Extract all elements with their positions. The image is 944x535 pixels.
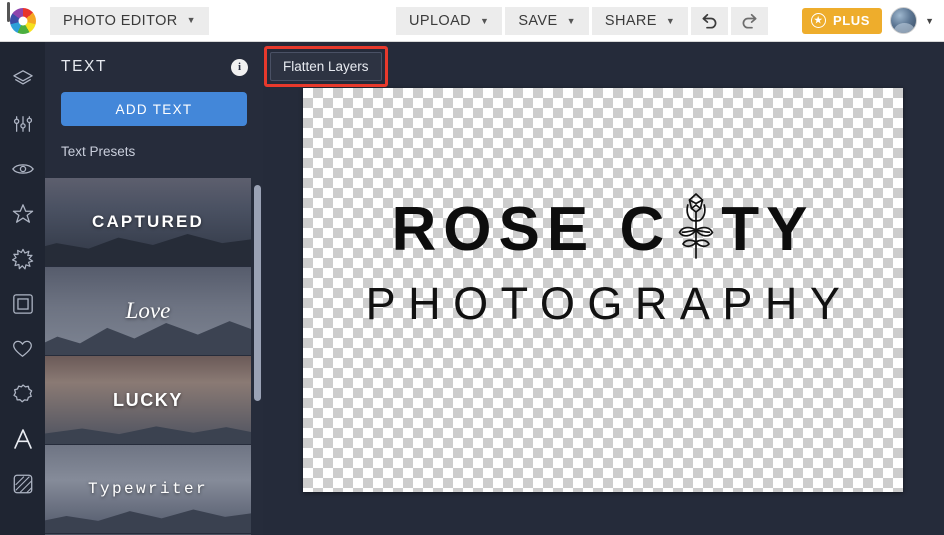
list-item[interactable]: Typewriter <box>45 445 251 533</box>
sidebar-item-overlays[interactable] <box>0 191 45 236</box>
chevron-down-icon[interactable]: ▼ <box>925 16 934 26</box>
plus-label: PLUS <box>833 13 870 28</box>
frame-icon <box>12 293 34 315</box>
text-presets-list[interactable]: CAPTURED Love LUCKY Typewriter <box>45 178 263 535</box>
app-title: PHOTO EDITOR <box>63 13 178 29</box>
text-presets-label: Text Presets <box>45 126 263 159</box>
app-logo[interactable] <box>0 8 46 34</box>
artwork-line-2: PHOTOGRAPHY <box>354 278 853 330</box>
artwork-line-1: ROSE C <box>392 192 815 268</box>
save-label: SAVE <box>518 13 557 29</box>
artwork-line1-right: TY <box>721 201 814 260</box>
sidebar-item-text[interactable] <box>0 416 45 461</box>
upload-label: UPLOAD <box>409 13 471 29</box>
image-canvas[interactable]: ROSE C <box>303 88 903 492</box>
panel-scrollbar[interactable] <box>254 182 261 535</box>
eye-effects-icon <box>11 160 35 178</box>
sparkle-retouch-icon <box>12 248 34 270</box>
preset-label: Typewriter <box>88 480 208 498</box>
layers-icon <box>12 69 34 89</box>
artwork-text-layer[interactable]: ROSE C <box>303 192 903 330</box>
heart-stickers-icon <box>11 338 34 359</box>
avatar[interactable] <box>890 7 917 34</box>
chevron-down-icon: ▼ <box>187 16 196 25</box>
sidebar-item-frames[interactable] <box>0 281 45 326</box>
sidebar-item-texture[interactable] <box>0 461 45 506</box>
redo-button[interactable] <box>731 7 769 35</box>
star-overlays-icon <box>12 203 34 224</box>
save-button[interactable]: SAVE ▼ <box>505 7 590 35</box>
toolbar-right-group: ★ PLUS ▼ <box>802 7 934 34</box>
preset-label: CAPTURED <box>92 212 204 232</box>
flatten-layers-button[interactable]: Flatten Layers <box>270 52 382 81</box>
adjust-sliders-icon <box>12 114 34 134</box>
top-toolbar: PHOTO EDITOR ▼ UPLOAD ▼ SAVE ▼ SHARE ▼ <box>0 0 944 42</box>
sidebar-item-layers[interactable] <box>0 56 45 101</box>
undo-arrow-icon <box>700 13 719 30</box>
list-item[interactable]: Love <box>45 267 251 355</box>
medal-star-icon: ★ <box>811 13 826 28</box>
sidebar-item-retouch[interactable] <box>0 236 45 281</box>
sidebar-item-badges[interactable] <box>0 371 45 416</box>
flatten-layers-highlight: Flatten Layers <box>264 46 388 87</box>
page-title: TEXT <box>61 58 107 76</box>
panel-header: TEXT i <box>45 42 263 76</box>
chevron-down-icon: ▼ <box>567 17 576 26</box>
sidebar-item-adjust[interactable] <box>0 101 45 146</box>
toolbar-center-group: UPLOAD ▼ SAVE ▼ SHARE ▼ <box>396 7 769 35</box>
chevron-down-icon: ▼ <box>666 17 675 26</box>
info-circle-icon[interactable]: i <box>231 59 248 76</box>
preset-label: LUCKY <box>113 390 183 411</box>
scrollbar-thumb[interactable] <box>254 185 261 401</box>
app-title-menu[interactable]: PHOTO EDITOR ▼ <box>50 7 209 35</box>
artwork-line1-left: ROSE C <box>392 201 672 260</box>
color-wheel-logo-icon <box>10 8 36 34</box>
left-tool-rail <box>0 42 45 535</box>
add-text-button[interactable]: ADD TEXT <box>61 92 247 126</box>
canvas-stage: ROSE C <box>263 42 944 535</box>
badge-shapes-icon <box>12 383 34 405</box>
sidebar-item-effects[interactable] <box>0 146 45 191</box>
texture-icon <box>12 473 34 495</box>
share-button[interactable]: SHARE ▼ <box>592 7 689 35</box>
redo-arrow-icon <box>740 13 759 30</box>
list-item[interactable]: CAPTURED <box>45 178 251 266</box>
photo-editor-app: PHOTO EDITOR ▼ UPLOAD ▼ SAVE ▼ SHARE ▼ <box>0 0 944 535</box>
text-a-icon <box>12 427 34 451</box>
plus-upgrade-button[interactable]: ★ PLUS <box>802 8 882 34</box>
sidebar-item-stickers[interactable] <box>0 326 45 371</box>
text-panel: TEXT i ADD TEXT Text Presets CAPTURED Lo… <box>45 42 263 535</box>
preset-label: Love <box>126 298 171 324</box>
upload-button[interactable]: UPLOAD ▼ <box>396 7 503 35</box>
chevron-down-icon: ▼ <box>480 17 489 26</box>
undo-button[interactable] <box>691 7 729 35</box>
share-label: SHARE <box>605 13 657 29</box>
list-item[interactable]: LUCKY <box>45 356 251 444</box>
rose-flower-icon <box>673 192 719 268</box>
